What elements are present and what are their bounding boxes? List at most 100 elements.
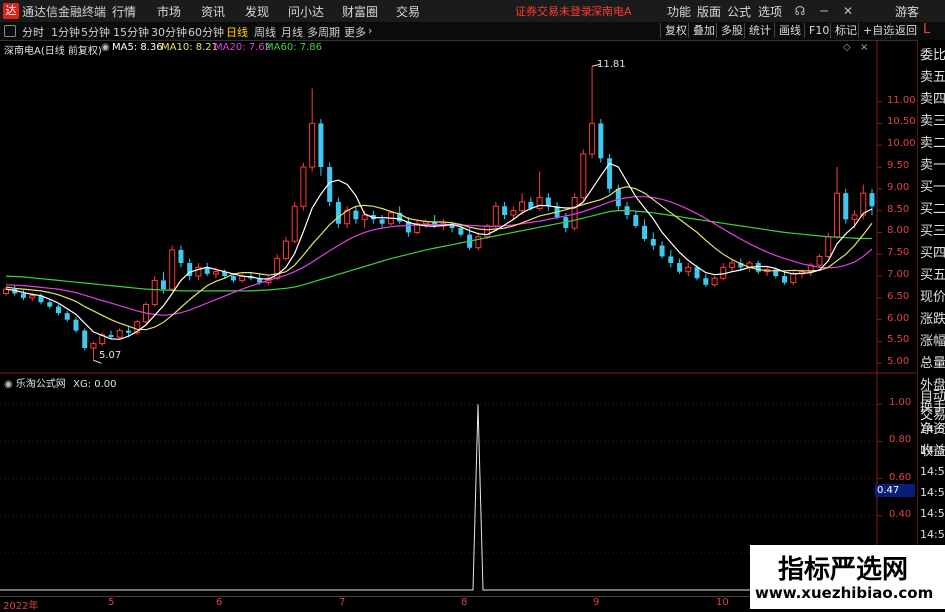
- indicator-toggle-icon[interactable]: ◉: [4, 379, 16, 390]
- candle-body: [519, 201, 526, 212]
- candle-body: [492, 205, 499, 227]
- low-price-label: 5.07: [99, 350, 122, 361]
- ma60-line: [5, 210, 872, 292]
- tab-weekly[interactable]: 周线: [254, 24, 276, 40]
- side-time: 14:56: [920, 507, 945, 520]
- candle-body: [29, 295, 36, 299]
- statistics-button[interactable]: 统计: [744, 23, 775, 38]
- price-tick-label: 11.00: [887, 94, 916, 106]
- menu-item-formula[interactable]: 公式: [727, 3, 751, 20]
- candle-body: [20, 293, 26, 298]
- menu-item-functions[interactable]: 功能: [667, 3, 691, 20]
- xg-signal-line: [0, 404, 877, 591]
- user-label[interactable]: 游客: [895, 3, 919, 20]
- diamond-icon[interactable]: ◇: [843, 42, 851, 53]
- minimize-icon[interactable]: ─: [815, 2, 833, 20]
- candle-body: [151, 279, 158, 305]
- tab-multi-period[interactable]: 多周期: [307, 24, 340, 40]
- side-item: 现价: [920, 290, 945, 305]
- menu-item-market[interactable]: 市场: [157, 3, 181, 20]
- watermark-box: 指标严选网 www.xuezhibiao.com: [750, 545, 945, 609]
- candle-body: [361, 214, 368, 220]
- candle-body: [230, 276, 236, 281]
- high-price-label: 11.81: [597, 59, 626, 70]
- side-item: 委比: [920, 48, 945, 63]
- price-tick-label: 9.00: [887, 181, 910, 193]
- menu-item-discover[interactable]: 发现: [245, 3, 269, 20]
- menu-item-wealth-circle[interactable]: 财富圈: [342, 3, 378, 20]
- period-toolbar: 分时 1分钟 5分钟 15分钟 30分钟 60分钟 日线 周线 月线 多周期 更…: [0, 22, 945, 41]
- candle-body: [545, 197, 551, 207]
- candle-body: [869, 193, 875, 207]
- side-item: 买四: [920, 246, 945, 261]
- side-time: 14:56: [920, 444, 945, 457]
- menu-item-trade[interactable]: 交易: [396, 3, 420, 20]
- draw-line-button[interactable]: 画线: [774, 23, 805, 38]
- sidebar-toggle-icon[interactable]: [4, 25, 16, 37]
- candle-body: [860, 192, 867, 216]
- candle-body: [694, 267, 700, 279]
- tab-1min[interactable]: 1分钟: [51, 24, 80, 40]
- menu-item-assistant[interactable]: 问小达: [288, 3, 324, 20]
- price-tick-label: 6.50: [887, 290, 910, 302]
- candle-body: [729, 262, 736, 268]
- current-value-badge: 0.47: [875, 484, 915, 497]
- tab-timeshare[interactable]: 分时: [22, 24, 44, 40]
- indicator-title: 乐淘公式网: [15, 379, 66, 390]
- login-warning[interactable]: 证券交易未登录: [515, 3, 592, 19]
- side-item[interactable]: 自动: [920, 385, 945, 404]
- price-tick-label: 9.50: [887, 160, 910, 172]
- tab-60min[interactable]: 60分钟: [188, 24, 224, 40]
- chevron-right-icon[interactable]: ›: [368, 24, 372, 37]
- candle-body: [502, 206, 508, 215]
- tab-daily[interactable]: 日线: [226, 24, 248, 40]
- side-time: 14:56: [920, 486, 945, 499]
- kline-chart-area[interactable]: [0, 40, 945, 609]
- tab-30min[interactable]: 30分钟: [151, 24, 187, 40]
- mark-button[interactable]: 标记: [830, 23, 861, 38]
- candle-body: [353, 210, 359, 220]
- side-time: 14:56: [920, 423, 945, 436]
- candle-body: [335, 201, 341, 224]
- x-label-oct: 10: [716, 597, 729, 608]
- menu-item-layout[interactable]: 版面: [697, 3, 721, 20]
- menu-item-news[interactable]: 资讯: [201, 3, 225, 20]
- candle-body: [782, 276, 788, 283]
- side-time: 14:56: [920, 528, 945, 541]
- candle-body: [212, 271, 219, 275]
- menu-item-quotes[interactable]: 行情: [112, 3, 136, 20]
- price-tick-label: 5.50: [887, 334, 910, 346]
- side-item: 卖五: [920, 70, 945, 85]
- candle-body: [475, 236, 482, 249]
- candle-body: [834, 192, 841, 238]
- adjust-button[interactable]: 复权: [660, 23, 691, 38]
- tab-monthly[interactable]: 月线: [281, 24, 303, 40]
- ma5-line: [5, 162, 873, 340]
- f10-button[interactable]: F10: [804, 23, 833, 38]
- side-item: 卖四: [920, 92, 945, 107]
- price-tick-label: 7.50: [887, 247, 910, 259]
- collapse-icon[interactable]: ×: [860, 42, 868, 53]
- candle-body: [633, 215, 639, 226]
- tab-15min[interactable]: 15分钟: [113, 24, 149, 40]
- close-icon[interactable]: ✕: [839, 2, 857, 20]
- tab-5min[interactable]: 5分钟: [81, 24, 110, 40]
- multi-stock-button[interactable]: 多股: [716, 23, 747, 38]
- chevron-down-icon[interactable]: ◉: [101, 42, 110, 53]
- candle-body: [790, 273, 797, 284]
- headset-icon[interactable]: ☊: [791, 2, 809, 20]
- candle-body: [64, 313, 70, 320]
- side-time: 14:56: [920, 465, 945, 478]
- side-item: 卖二: [920, 136, 945, 151]
- menu-item-options[interactable]: 选项: [758, 3, 782, 20]
- tab-more[interactable]: 更多: [344, 24, 366, 40]
- side-item[interactable]: 交易: [920, 404, 945, 423]
- candle-body: [116, 330, 123, 338]
- side-item: 买三: [920, 224, 945, 239]
- candle-body: [685, 266, 692, 273]
- side-item: 买一: [920, 180, 945, 195]
- candle-body: [510, 210, 517, 216]
- overlay-button[interactable]: 叠加: [688, 23, 719, 38]
- candle-body: [589, 122, 596, 155]
- back-button[interactable]: 返回: [890, 23, 921, 38]
